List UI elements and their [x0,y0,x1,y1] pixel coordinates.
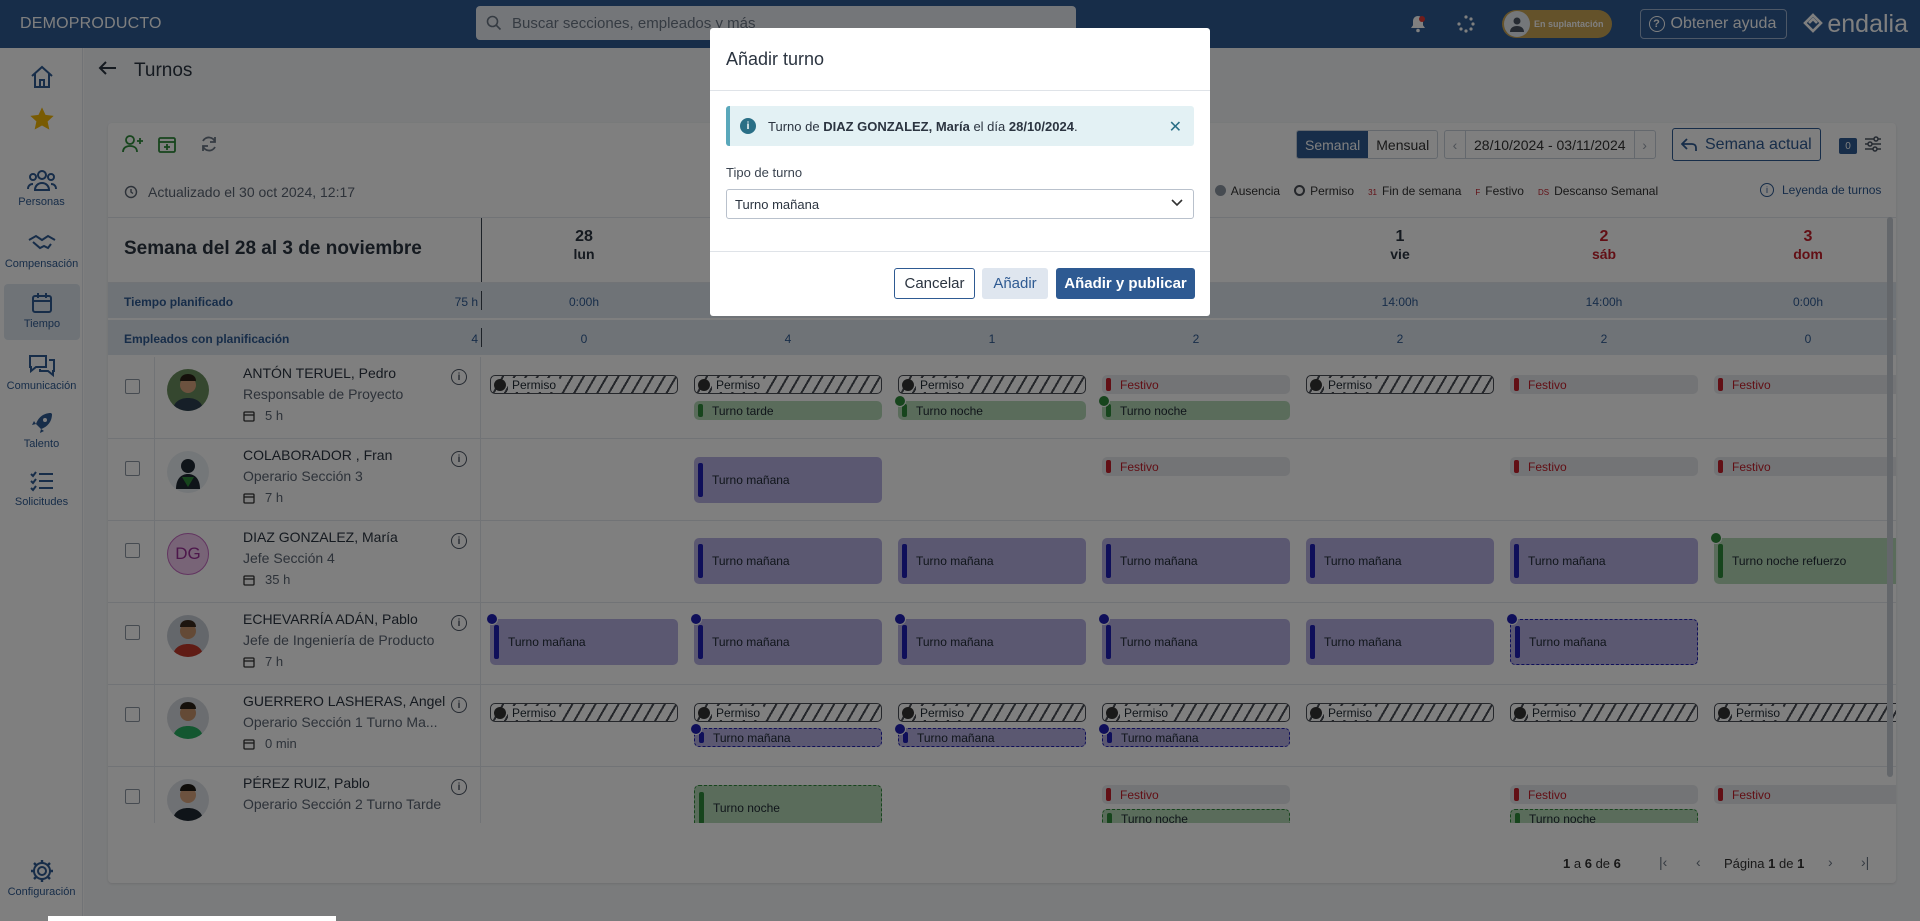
chevron-down-icon [1171,199,1183,207]
cancel-button[interactable]: Cancelar [894,268,975,299]
add-publish-button[interactable]: Añadir y publicar [1056,268,1195,299]
add-shift-dialog: Añadir turno i Turno de DIAZ GONZALEZ, M… [710,28,1210,316]
add-button[interactable]: Añadir [982,268,1048,299]
selected-value: Turno mañana [735,196,820,212]
info-icon: i [740,118,756,134]
shift-type-label: Tipo de turno [726,165,803,180]
bottom-strip [48,916,336,921]
info-alert: i Turno de DIAZ GONZALEZ, María el día 2… [726,106,1194,146]
shift-type-select[interactable]: Turno mañana [726,189,1194,219]
dialog-title: Añadir turno [726,49,825,69]
close-icon[interactable]: ✕ [1169,117,1182,137]
